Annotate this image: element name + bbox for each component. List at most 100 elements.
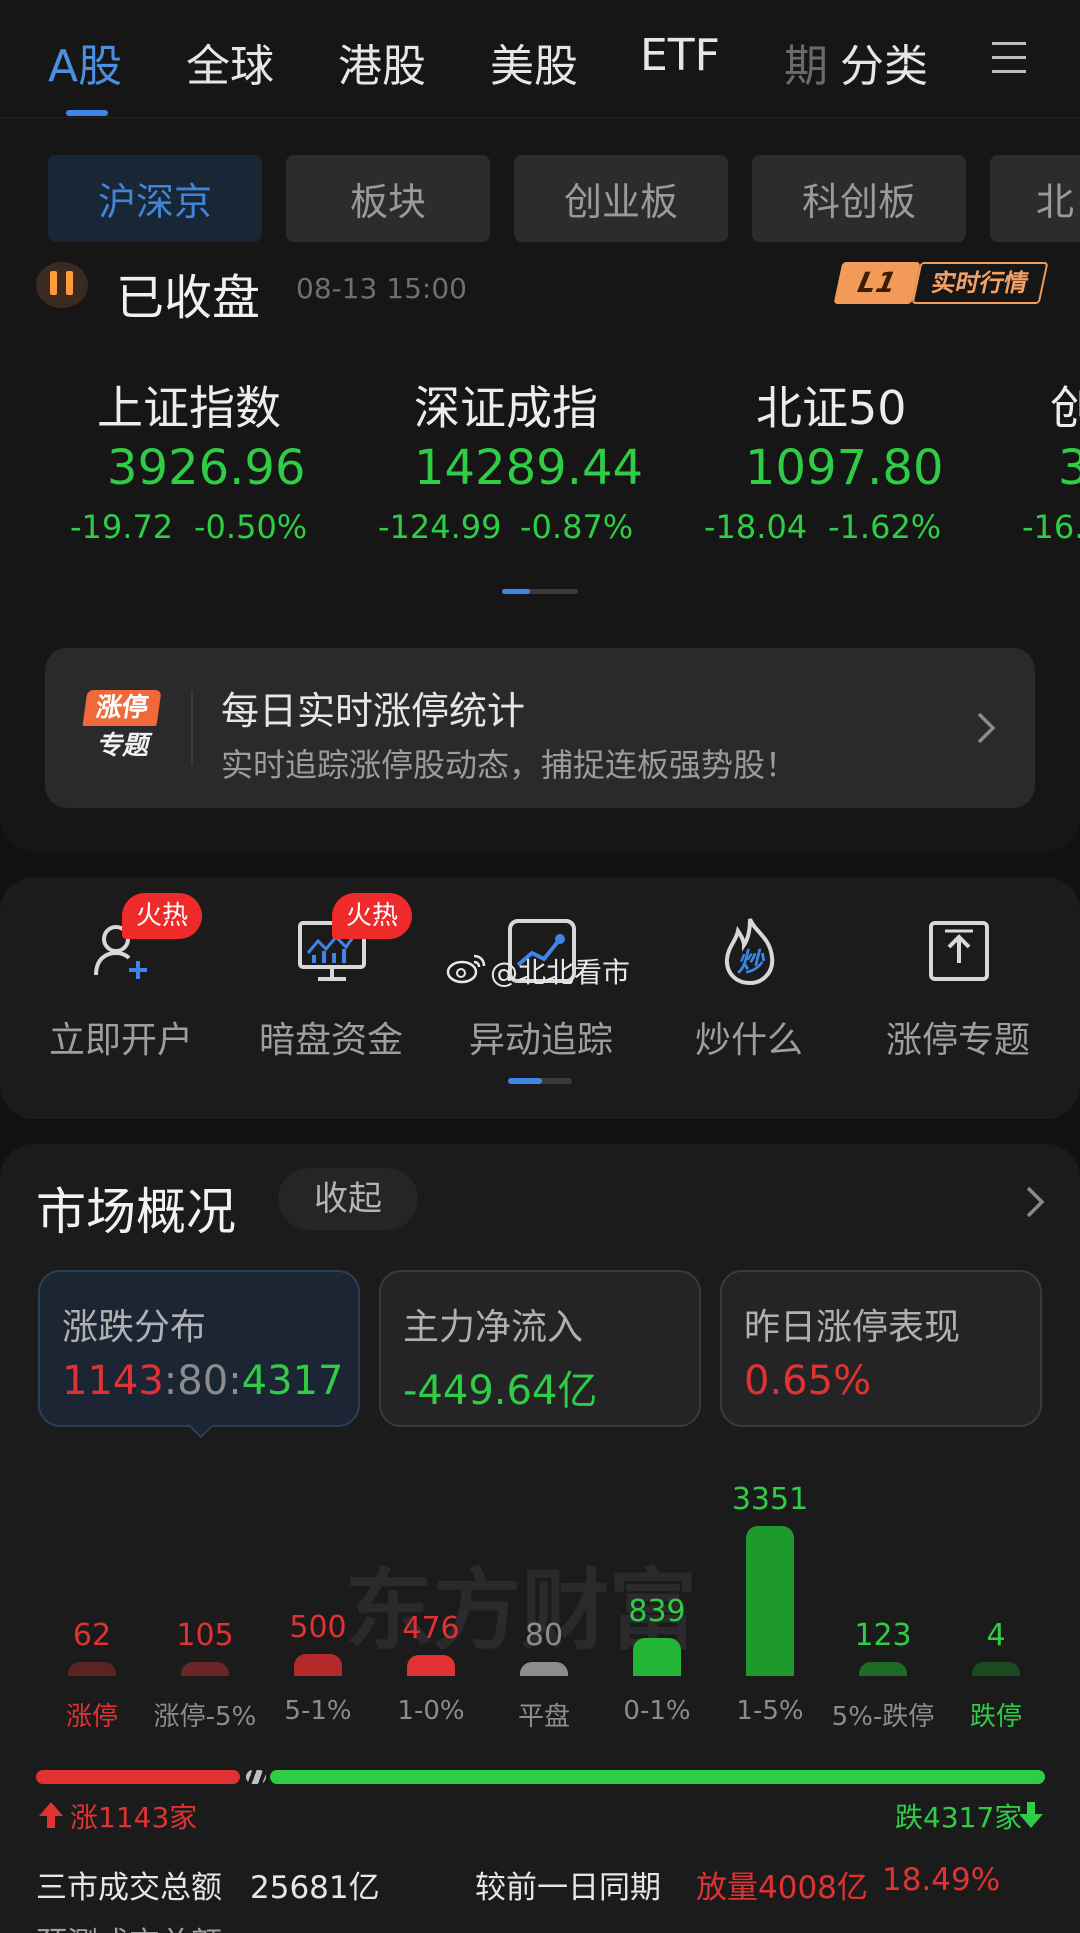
upload-box-icon — [929, 921, 989, 981]
card-main-net-inflow[interactable]: 主力净流入 -449.64亿 — [379, 1270, 701, 1427]
hot-badge: 火热 — [122, 893, 202, 939]
bar-category-label: 平盘 — [517, 1702, 570, 1732]
shortcut-label: 立即开户 — [48, 1020, 193, 1061]
weibo-icon — [446, 954, 486, 984]
bar-value-label: 62 — [72, 1618, 112, 1653]
index-change-pct: -1.62% — [828, 508, 942, 546]
card-pointer — [188, 1424, 214, 1438]
card-up-down-distribution[interactable]: 涨跌分布 1143:80:4317 — [38, 1270, 360, 1427]
bar-3 — [407, 1655, 455, 1676]
index-value: 3926.96 — [107, 440, 306, 496]
collapse-button[interactable]: 收起 — [278, 1168, 418, 1230]
l1-realtime-badge[interactable]: L1 实时行情 — [833, 262, 1049, 304]
bar-6 — [746, 1526, 794, 1676]
market-status: 已收盘 — [116, 270, 261, 326]
shortcut-label: 炒什么 — [694, 1020, 803, 1061]
banner-divider — [191, 690, 193, 766]
tab-futures[interactable]: 期 — [784, 30, 828, 94]
compare-label: 较前一日同期 — [475, 1870, 661, 1906]
down-count: 4317 — [241, 1358, 344, 1404]
chip-chinext[interactable]: 创业板 — [514, 155, 728, 242]
banner-subtitle: 实时追踪涨停股动态，捕捉连板强势股！ — [221, 746, 798, 784]
bar-value-label: 123 — [854, 1618, 912, 1653]
status-timestamp: 08-13 15:00 — [296, 272, 467, 305]
chip-star-market[interactable]: 科创板 — [752, 155, 966, 242]
arrow-down-icon — [1019, 1802, 1043, 1828]
chevron-right-icon — [977, 712, 996, 744]
bar-5 — [633, 1638, 681, 1676]
bar-value-label: 3351 — [731, 1482, 809, 1517]
bar-category-label: 5-1% — [284, 1696, 352, 1726]
candlestick-icon — [36, 262, 88, 308]
bar-category-label: 涨停-5% — [153, 1702, 257, 1732]
shortcut-label: 涨停专题 — [885, 1020, 1030, 1061]
active-tab-indicator — [66, 110, 108, 116]
shortcut-limit-up-topic[interactable]: 涨停专题 — [853, 877, 1063, 1119]
index-name: 深证成指 — [414, 381, 598, 435]
shortcut-what-to-trade[interactable]: 炒 炒什么 — [644, 877, 854, 1119]
bar-value-label: 500 — [289, 1610, 347, 1645]
market-title: 市场概况 — [36, 1183, 236, 1241]
down-total: 跌4317家 — [895, 1801, 1023, 1834]
up-ratio-bar — [36, 1770, 240, 1784]
menu-icon[interactable] — [990, 40, 1030, 74]
chip-beijing[interactable]: 北 — [990, 155, 1080, 242]
bar-value-label: 80 — [524, 1618, 564, 1653]
bar-category-label: 0-1% — [623, 1696, 691, 1726]
index-name: 创 — [1050, 381, 1080, 435]
bar-category-label: 跌停 — [969, 1702, 1022, 1732]
bar-0 — [68, 1662, 116, 1676]
net-inflow-value: -449.64亿 — [403, 1368, 598, 1414]
flat-count: 80 — [177, 1358, 229, 1404]
realtime-label: 实时行情 — [911, 262, 1049, 304]
watermark-text: @北北看市 — [490, 956, 631, 989]
tab-us-stocks[interactable]: 美股 — [490, 30, 578, 94]
chip-sectors[interactable]: 板块 — [286, 155, 490, 242]
shortcut-open-account[interactable]: 火热 立即开户 — [16, 877, 226, 1119]
tab-global[interactable]: 全球 — [186, 30, 274, 94]
chevron-right-icon[interactable] — [1024, 1184, 1046, 1220]
shortcut-dark-pool[interactable]: 火热 暗盘资金 — [226, 877, 436, 1119]
card-label: 主力净流入 — [403, 1307, 584, 1348]
index-value: 14289.44 — [414, 440, 644, 496]
index-change: -16. — [1022, 508, 1080, 546]
chip-hu-shen-jing[interactable]: 沪深京 — [48, 155, 262, 242]
up-down-ratio: 1143:80:4317 — [62, 1358, 344, 1404]
up-total: 涨1143家 — [70, 1801, 198, 1834]
banner-title: 每日实时涨停统计 — [221, 689, 526, 733]
index-change-pct: -0.50% — [194, 508, 308, 546]
l1-label: L1 — [833, 262, 921, 304]
tab-etf[interactable]: ETF — [640, 30, 720, 81]
tab-a-shares[interactable]: A股 — [48, 30, 122, 94]
bar-category-label: 1-5% — [736, 1696, 804, 1726]
forecast-label: 预测成交总额 — [36, 1918, 222, 1933]
bar-category-label: 1-0% — [397, 1696, 465, 1726]
index-change: -18.04 — [704, 508, 808, 546]
bar-category-label: 涨停 — [65, 1702, 118, 1732]
down-ratio-bar — [270, 1770, 1045, 1784]
bar-value-label: 476 — [402, 1611, 460, 1646]
index-name: 上证指数 — [97, 381, 281, 435]
index-pager — [502, 589, 578, 594]
turnover-value: 25681亿 — [250, 1870, 380, 1906]
compare-value: 放量4008亿 — [696, 1870, 868, 1906]
index-change: -124.99 — [378, 508, 502, 546]
limit-up-banner[interactable]: 涨停 专题 每日实时涨停统计 实时追踪涨停股动态，捕捉连板强势股！ — [45, 648, 1035, 808]
compare-pct: 18.49% — [882, 1862, 1001, 1898]
flame-icon: 炒 — [724, 918, 775, 986]
shortcut-pager — [508, 1078, 572, 1084]
bar-1 — [181, 1662, 229, 1676]
arrow-up-icon — [39, 1802, 63, 1828]
card-yesterday-limit-up[interactable]: 昨日涨停表现 0.65% — [720, 1270, 1042, 1427]
tab-categories[interactable]: 分类 — [840, 30, 928, 94]
bar-value-label: 4 — [986, 1618, 1006, 1653]
svg-text:炒: 炒 — [737, 948, 765, 978]
limit-up-performance-value: 0.65% — [744, 1358, 872, 1404]
index-value: 3 — [1058, 440, 1080, 496]
tab-hk-stocks[interactable]: 港股 — [338, 30, 426, 94]
up-count: 1143 — [62, 1358, 164, 1404]
card-label: 涨跌分布 — [62, 1307, 207, 1348]
bar-2 — [294, 1654, 342, 1676]
turnover-label: 三市成交总额 — [36, 1870, 222, 1906]
card-label: 昨日涨停表现 — [744, 1307, 961, 1348]
